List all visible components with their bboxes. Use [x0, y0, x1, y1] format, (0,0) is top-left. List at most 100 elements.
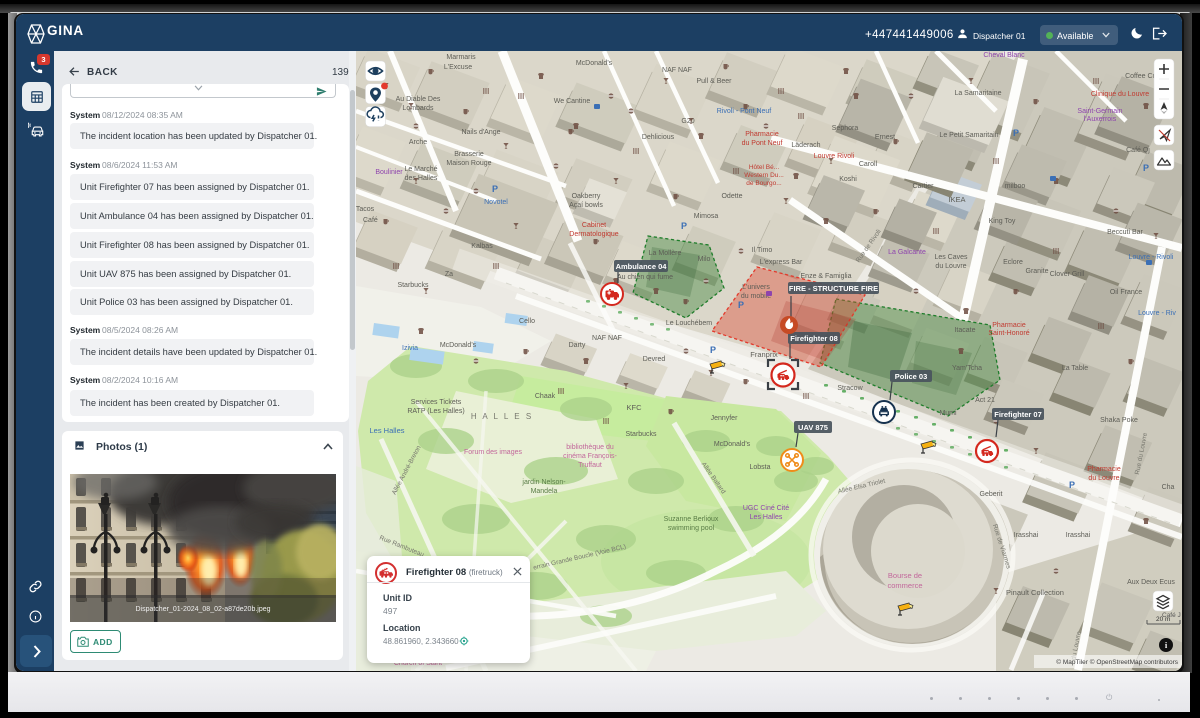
svg-text:Itacate: Itacate — [954, 327, 975, 334]
svg-text:Act 21: Act 21 — [975, 397, 995, 404]
svg-text:We Cantine: We Cantine — [554, 98, 591, 105]
svg-text:Starbucks: Starbucks — [397, 282, 429, 289]
svg-text:du Louvre: du Louvre — [935, 263, 966, 270]
svg-text:La Samaritaine: La Samaritaine — [954, 90, 1001, 97]
svg-text:P: P — [1069, 480, 1075, 490]
svg-text:NAF NAF: NAF NAF — [662, 67, 692, 74]
svg-text:Oil France: Oil France — [1110, 289, 1142, 296]
svg-text:du Louvre: du Louvre — [1088, 475, 1119, 482]
svg-text:Devred: Devred — [643, 356, 666, 363]
svg-text:Les Caves: Les Caves — [934, 254, 968, 261]
svg-text:l'Auxerrois: l'Auxerrois — [1084, 116, 1117, 123]
svg-text:Irasshai: Irasshai — [1014, 532, 1039, 539]
svg-text:P: P — [710, 345, 716, 355]
svg-text:L'Excuse: L'Excuse — [444, 64, 472, 71]
svg-text:Enze & Famiglia: Enze & Famiglia — [801, 273, 852, 280]
svg-text:Läderach: Läderach — [791, 142, 820, 149]
svg-text:FIRE - STRUCTURE FIRE: FIRE - STRUCTURE FIRE — [789, 284, 878, 293]
svg-text:Caroll: Caroll — [859, 161, 878, 168]
svg-text:Chaak: Chaak — [535, 393, 556, 400]
svg-text:Firefighter 08: Firefighter 08 — [790, 334, 838, 343]
svg-text:Les Halles: Les Halles — [750, 514, 783, 521]
svg-text:Pharmacie: Pharmacie — [1087, 466, 1121, 473]
svg-text:commerce: commerce — [887, 581, 922, 590]
svg-text:L'express Bar: L'express Bar — [760, 259, 803, 266]
svg-text:Mimosa: Mimosa — [694, 213, 719, 220]
svg-text:La Galcante: La Galcante — [888, 249, 926, 256]
svg-text:Novotel: Novotel — [484, 199, 508, 206]
svg-text:Arche: Arche — [409, 139, 427, 146]
svg-text:Mandela: Mandela — [531, 488, 558, 495]
svg-text:Izivia: Izivia — [402, 345, 418, 352]
svg-text:Boulinier: Boulinier — [375, 169, 403, 176]
svg-text:Le Marché: Le Marché — [404, 166, 437, 173]
svg-text:Oakberry: Oakberry — [572, 193, 601, 200]
svg-text:milboo: milboo — [1005, 183, 1026, 190]
svg-text:Louvre - Rivoli: Louvre - Rivoli — [1129, 254, 1174, 261]
svg-text:Yam'Tcha: Yam'Tcha — [952, 365, 982, 372]
svg-text:McDonald's: McDonald's — [714, 441, 751, 448]
svg-text:Stracow: Stracow — [837, 385, 863, 392]
svg-text:P: P — [1013, 128, 1019, 138]
svg-text:Odette: Odette — [721, 193, 742, 200]
svg-text:Koshi: Koshi — [839, 176, 857, 183]
svg-text:Saint-Honoré: Saint-Honoré — [988, 330, 1029, 337]
svg-text:Geberit: Geberit — [980, 491, 1003, 498]
svg-text:Brasserie: Brasserie — [454, 151, 484, 158]
svg-text:Western Du...: Western Du... — [744, 172, 784, 179]
svg-text:McDonald's: McDonald's — [576, 60, 613, 67]
svg-text:Louvre Rivoli: Louvre Rivoli — [814, 153, 855, 160]
svg-text:Rivoli - Pont Neuf: Rivoli - Pont Neuf — [717, 108, 772, 115]
svg-text:Lobsta: Lobsta — [749, 464, 770, 471]
svg-text:Dermatologique: Dermatologique — [569, 231, 619, 238]
svg-text:20 m: 20 m — [1156, 616, 1170, 623]
svg-text:© MapTiler © OpenStreetMap con: © MapTiler © OpenStreetMap contributors — [1056, 658, 1178, 666]
svg-text:Darty: Darty — [569, 342, 586, 349]
svg-text:Ernest: Ernest — [875, 134, 895, 141]
svg-text:Hôtel Bé...: Hôtel Bé... — [749, 164, 780, 171]
svg-text:Clover Grill: Clover Grill — [1050, 271, 1085, 278]
svg-text:H A L L E S: H A L L E S — [471, 412, 533, 421]
svg-text:Ambulance 04: Ambulance 04 — [616, 262, 668, 271]
svg-text:Café: Café — [363, 217, 378, 224]
svg-text:UAV 875: UAV 875 — [798, 423, 828, 432]
svg-text:Pharmacie: Pharmacie — [992, 322, 1026, 329]
svg-text:Za: Za — [445, 271, 453, 278]
svg-text:RATP (Les Halles): RATP (Les Halles) — [407, 408, 464, 415]
svg-text:Açaí bowls: Açaí bowls — [569, 202, 603, 209]
svg-text:Tacos: Tacos — [356, 206, 375, 213]
svg-text:swimming pool: swimming pool — [668, 525, 715, 532]
svg-text:La Table: La Table — [1062, 365, 1088, 372]
svg-text:Marmaris: Marmaris — [446, 54, 476, 61]
svg-text:Lombards: Lombards — [402, 105, 434, 112]
svg-text:P: P — [492, 184, 498, 194]
svg-text:Pinault Collection: Pinault Collection — [1006, 588, 1064, 597]
svg-text:Pharmacie: Pharmacie — [745, 131, 779, 138]
svg-text:jardin Nelson-: jardin Nelson- — [521, 479, 566, 486]
svg-text:Sephora: Sephora — [832, 125, 859, 132]
svg-text:Clinique du Louvre: Clinique du Louvre — [1091, 91, 1149, 98]
svg-text:Police 03: Police 03 — [895, 372, 928, 381]
svg-text:Forum des images: Forum des images — [464, 449, 522, 456]
svg-text:Bourse de: Bourse de — [888, 571, 922, 580]
svg-text:Dehlicious: Dehlicious — [642, 134, 675, 141]
svg-text:Beccuti Bar: Beccuti Bar — [1107, 229, 1143, 236]
svg-text:L'univers: L'univers — [742, 284, 770, 291]
svg-text:Dispatcher_01-2024_08_02-a87de: Dispatcher_01-2024_08_02-a87de20b.jpeg — [135, 606, 270, 613]
svg-text:Cello: Cello — [519, 318, 535, 325]
svg-text:La Mollère: La Mollère — [649, 250, 682, 257]
svg-text:cinéma François-: cinéma François- — [563, 453, 617, 460]
svg-text:NAF NAF: NAF NAF — [592, 335, 622, 342]
svg-text:Granite: Granite — [1026, 268, 1049, 275]
svg-text:Suzanne Berlioux: Suzanne Berlioux — [664, 516, 719, 523]
svg-text:Nails d'Ange: Nails d'Ange — [461, 129, 500, 136]
svg-text:Milo: Milo — [698, 256, 711, 263]
svg-text:McDonald's: McDonald's — [440, 342, 477, 349]
svg-text:IKEA: IKEA — [948, 195, 965, 204]
svg-text:Saint-Germain: Saint-Germain — [1077, 108, 1122, 115]
svg-text:P: P — [1143, 163, 1149, 173]
svg-text:bibliothèque du: bibliothèque du — [566, 444, 614, 451]
svg-text:Maison Rouge: Maison Rouge — [446, 160, 491, 167]
svg-text:Louvre - Riv: Louvre - Riv — [1138, 310, 1176, 317]
svg-text:Coffee Cr: Coffee Cr — [1125, 73, 1155, 80]
